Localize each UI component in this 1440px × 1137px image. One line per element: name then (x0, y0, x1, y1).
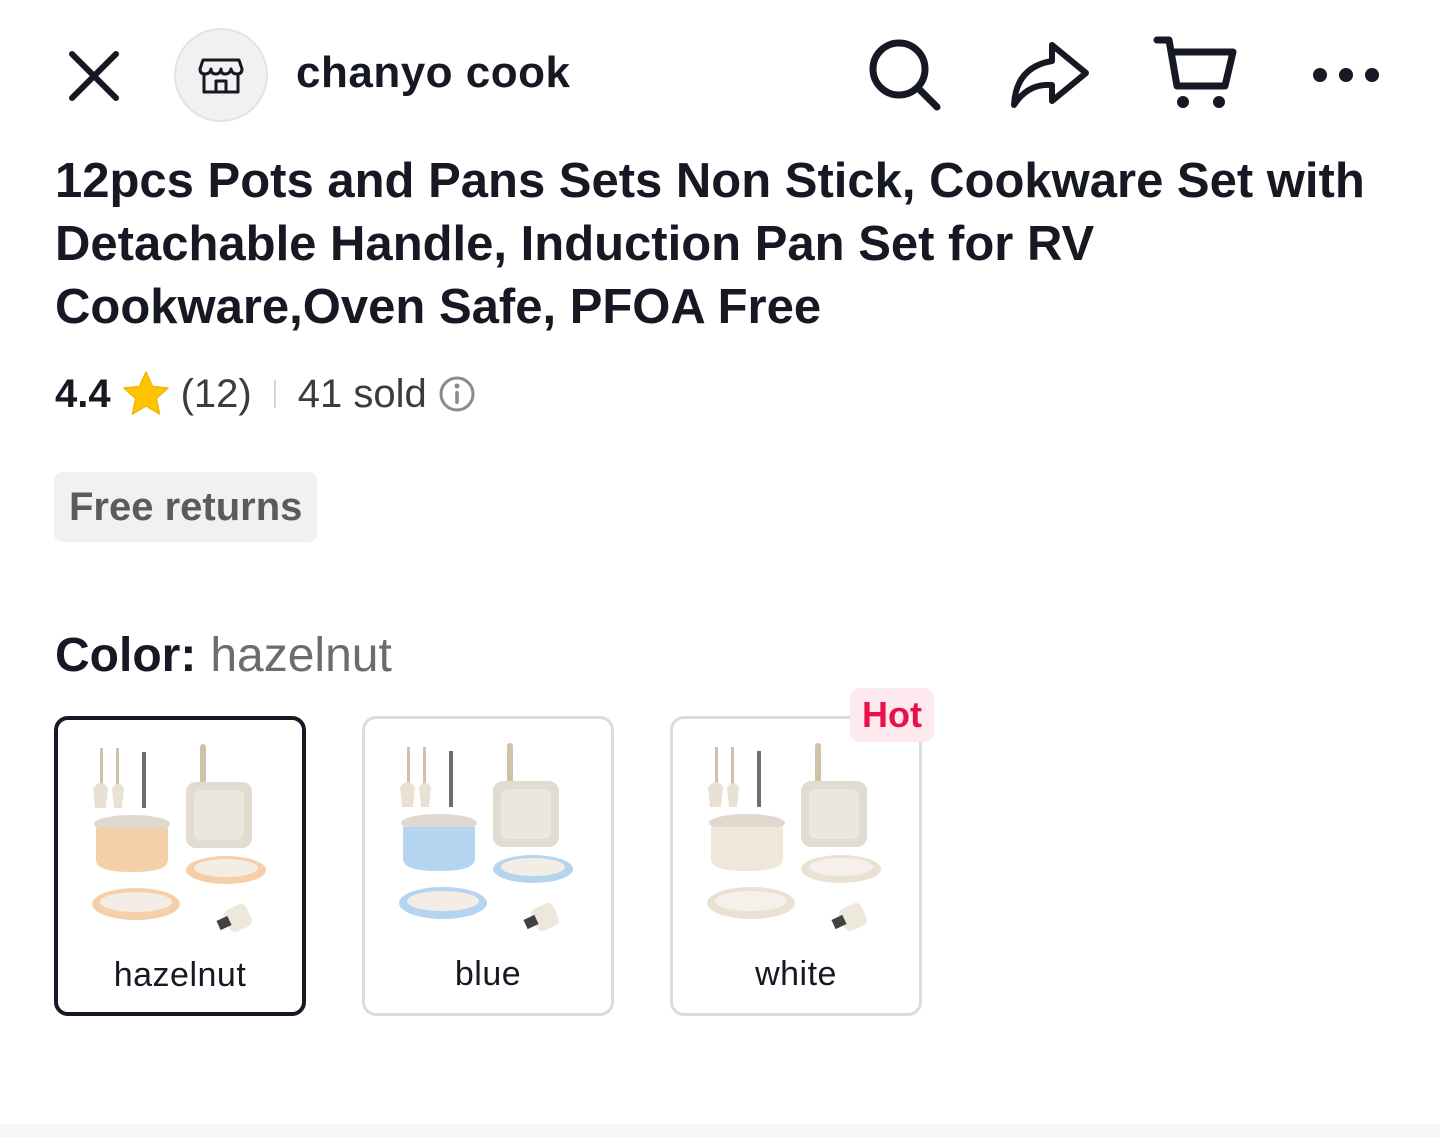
cookware-thumbnail-icon (707, 743, 881, 931)
close-button[interactable] (56, 38, 132, 114)
color-key: Color: (55, 629, 197, 682)
hot-badge: Hot (850, 688, 934, 742)
search-icon (869, 39, 941, 111)
shop-avatar[interactable] (174, 28, 268, 122)
color-label: Color: hazelnut (55, 628, 392, 683)
star-icon (122, 371, 169, 415)
close-icon (69, 51, 119, 101)
color-option-label: white (755, 955, 837, 993)
review-count[interactable]: (12) (181, 372, 252, 417)
color-option-blue[interactable]: blue (362, 716, 614, 1016)
search-button[interactable] (862, 32, 948, 118)
section-divider (0, 1124, 1440, 1137)
more-icon (1313, 68, 1379, 82)
rating-row[interactable]: 4.4 (12) 41 sold (55, 368, 477, 420)
cookware-thumbnail-icon (399, 743, 573, 931)
divider (273, 380, 276, 408)
rating-value: 4.4 (55, 371, 111, 416)
selected-color-value: hazelnut (210, 629, 392, 682)
color-option-hazelnut[interactable]: hazelnut (54, 716, 306, 1016)
shop-name[interactable]: chanyo cook (296, 48, 570, 98)
color-option-label: hazelnut (113, 956, 247, 994)
cart-button[interactable] (1150, 30, 1242, 116)
cart-icon (1153, 36, 1237, 108)
info-icon[interactable] (437, 374, 477, 414)
storefront-icon (198, 58, 244, 94)
more-options-button[interactable] (1306, 40, 1386, 110)
cookware-thumbnail-icon (92, 744, 266, 932)
color-option-label: blue (454, 955, 522, 993)
share-icon (1011, 42, 1089, 108)
top-navigation-bar: chanyo cook (0, 0, 1440, 150)
free-returns-tag[interactable]: Free returns (54, 472, 318, 542)
product-title: 12pcs Pots and Pans Sets Non Stick, Cook… (55, 154, 1365, 334)
share-button[interactable] (1006, 32, 1092, 118)
sold-count: 41 sold (297, 371, 427, 416)
color-option-white[interactable]: white (670, 716, 922, 1016)
